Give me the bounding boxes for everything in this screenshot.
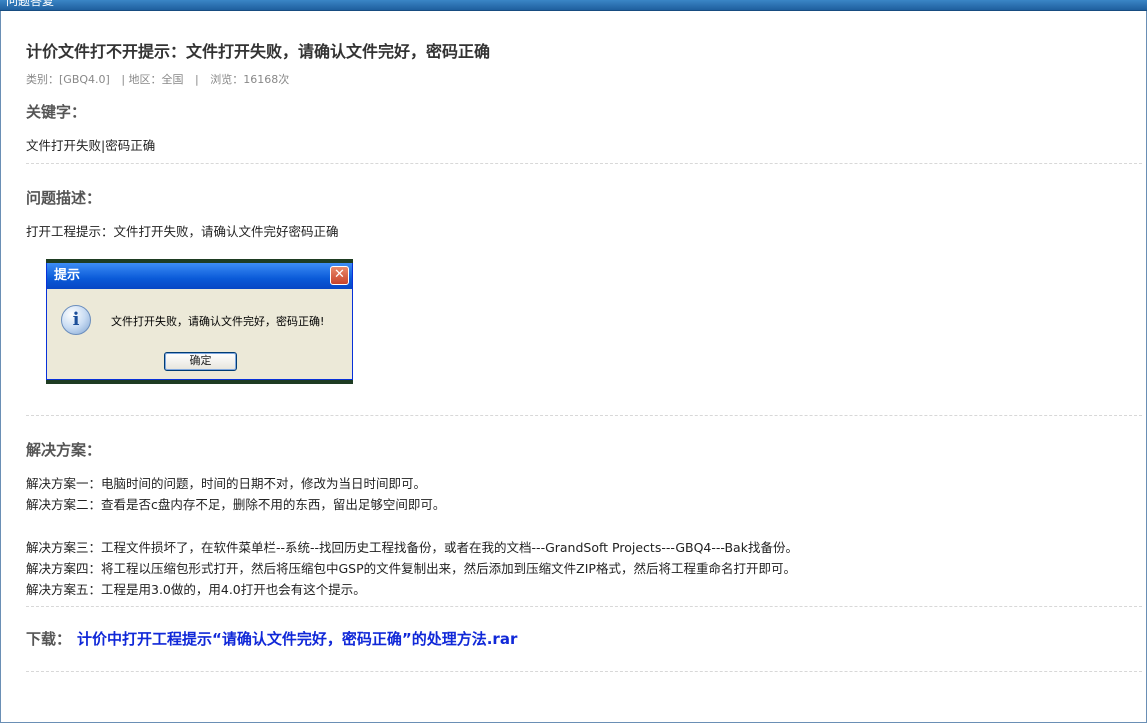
dialog-message: 文件打开失败，请确认文件完好，密码正确! — [111, 315, 325, 328]
divider — [26, 415, 1142, 416]
solution-line: 解决方案四：将工程以压缩包形式打开，然后将压缩包中GSP的文件复制出来，然后添加… — [26, 561, 796, 576]
problem-heading: 问题描述： — [26, 189, 102, 207]
dialog-title: 提示 — [54, 268, 81, 283]
close-icon: ✕ — [330, 266, 349, 285]
error-dialog: 提示 ✕ i 文件打开失败，请确认文件完好，密码正确! 确定 — [46, 263, 353, 380]
top-bar-title: 问题答复 — [6, 0, 55, 8]
meta-region: | 地区：全国 — [121, 73, 184, 86]
solution-heading: 解决方案： — [26, 441, 102, 459]
keywords-heading: 关键字： — [26, 103, 87, 121]
info-icon: i — [61, 305, 91, 335]
article-meta: 类别：[GBQ4.0] | 地区：全国 | 浏览：16168次 — [26, 71, 297, 87]
meta-views: 浏览：16168次 — [210, 73, 290, 86]
top-bar: 问题答复 — [0, 0, 1147, 11]
article-title: 计价文件打不开提示：文件打开失败，请确认文件完好，密码正确 — [26, 42, 491, 61]
meta-category: 类别：[GBQ4.0] — [26, 73, 110, 86]
solution-line: 解决方案三：工程文件损坏了，在软件菜单栏--系统--找回历史工程找备份，或者在我… — [26, 540, 798, 555]
dialog-titlebar: 提示 ✕ — [47, 263, 352, 289]
problem-text: 打开工程提示：文件打开失败，请确认文件完好密码正确 — [26, 224, 339, 239]
divider — [26, 606, 1142, 607]
download-row: 下载： 计价中打开工程提示“请确认文件完好，密码正确”的处理方法.rar — [26, 628, 517, 649]
solution-line: 解决方案五：工程是用3.0做的，用4.0打开也会有这个提示。 — [26, 582, 366, 597]
error-dialog-screenshot: 提示 ✕ i 文件打开失败，请确认文件完好，密码正确! 确定 — [46, 259, 353, 384]
solution-line: 解决方案一：电脑时间的问题，时间的日期不对，修改为当日时间即可。 — [26, 476, 427, 491]
keywords-text: 文件打开失败|密码正确 — [26, 138, 156, 153]
meta-separator: | — [195, 73, 199, 86]
solution-line: 解决方案二：查看是否c盘内存不足，删除不用的东西，留出足够空间即可。 — [26, 497, 446, 512]
dialog-ok-button: 确定 — [164, 352, 237, 371]
divider — [26, 163, 1142, 164]
download-link[interactable]: 计价中打开工程提示“请确认文件完好，密码正确”的处理方法.rar — [77, 630, 517, 648]
divider — [26, 671, 1142, 672]
download-label: 下载： — [26, 630, 72, 648]
